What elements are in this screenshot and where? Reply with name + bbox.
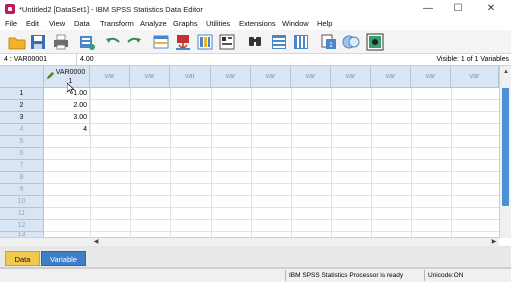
tab-variable-view[interactable]: Variable View	[41, 251, 86, 279]
menu-extensions[interactable]: Extensions	[239, 19, 276, 28]
row-header[interactable]: 2	[0, 100, 44, 112]
menu-edit[interactable]: Edit	[26, 19, 39, 28]
split-file-icon[interactable]: 1	[320, 33, 338, 51]
menu-file[interactable]: File	[5, 19, 17, 28]
variables-icon[interactable]	[196, 33, 214, 51]
grid-lines	[44, 88, 499, 238]
data-grid: VAR0000 1 var var var var var var var va…	[0, 66, 511, 246]
vertical-scrollbar[interactable]: ▲	[499, 66, 511, 238]
goto-case-icon[interactable]	[152, 33, 170, 51]
column-header-var[interactable]: var	[291, 66, 331, 88]
column-header-var[interactable]: var	[90, 66, 130, 88]
row-header[interactable]: 4	[0, 124, 44, 136]
menu-data[interactable]: Data	[74, 19, 90, 28]
spss-app-icon	[5, 4, 15, 14]
menu-help[interactable]: Help	[317, 19, 332, 28]
row-header[interactable]: 6	[0, 148, 44, 160]
menu-utilities[interactable]: Utilities	[206, 19, 230, 28]
column-header-var[interactable]: var	[371, 66, 411, 88]
insert-variable-icon[interactable]	[292, 33, 310, 51]
column-header-var[interactable]: var	[170, 66, 211, 88]
column-header-var[interactable]: var	[130, 66, 170, 88]
menu-transform[interactable]: Transform	[100, 19, 134, 28]
cell-value-input[interactable]: 4.00	[80, 56, 94, 63]
processor-status: IBM SPSS Statistics Processor is ready	[285, 270, 406, 281]
view-tabs: Data View Variable View	[0, 249, 511, 279]
svg-text:1: 1	[329, 42, 333, 49]
pencil-icon	[46, 71, 55, 80]
redo-icon[interactable]	[125, 33, 143, 51]
use-sets-icon[interactable]	[366, 33, 384, 51]
find-icon[interactable]	[246, 33, 264, 51]
column-header-var[interactable]: var	[211, 66, 251, 88]
minimize-button[interactable]: —	[413, 1, 443, 17]
menu-window[interactable]: Window	[282, 19, 309, 28]
goto-variable-icon[interactable]	[174, 33, 192, 51]
row-header[interactable]: 8	[0, 172, 44, 184]
row-header[interactable]: 10	[0, 196, 44, 208]
menu-view[interactable]: View	[49, 19, 65, 28]
cellbar-divider	[76, 54, 77, 66]
maximize-button[interactable]: ☐	[443, 1, 473, 17]
row-header[interactable]: 1	[0, 88, 44, 100]
cell-editor-bar: 4 : VAR00001 4.00 Visible: 1 of 1 Variab…	[0, 54, 511, 66]
close-button[interactable]: ✕	[476, 1, 506, 17]
column-header-var[interactable]: var	[411, 66, 451, 88]
title-bar: *Untitled2 [DataSet1] - IBM SPSS Statist…	[0, 0, 511, 18]
row-header[interactable]: 3	[0, 112, 44, 124]
menu-analyze[interactable]: Analyze	[140, 19, 167, 28]
recall-dialog-icon[interactable]	[78, 33, 96, 51]
unicode-status: Unicode:ON	[424, 270, 466, 281]
window-title: *Untitled2 [DataSet1] - IBM SPSS Statist…	[19, 5, 203, 14]
row-header[interactable]: 7	[0, 160, 44, 172]
row-header[interactable]: 11	[0, 208, 44, 220]
visible-variables-info: Visible: 1 of 1 Variables	[436, 56, 509, 63]
undo-icon[interactable]	[104, 33, 122, 51]
scroll-left-icon[interactable]: ◀	[92, 238, 100, 246]
insert-cases-icon[interactable]	[270, 33, 288, 51]
print-icon[interactable]	[52, 33, 70, 51]
scroll-up-icon[interactable]: ▲	[501, 67, 511, 77]
column-header-var[interactable]: var	[331, 66, 371, 88]
mouse-cursor-icon	[67, 83, 75, 94]
active-cell-reference: 4 : VAR00001	[4, 56, 48, 63]
horizontal-scrollbar[interactable]: ◀ ▶	[0, 237, 499, 246]
tab-data-view[interactable]: Data View	[5, 251, 40, 279]
row-header[interactable]: 5	[0, 136, 44, 148]
scroll-right-icon[interactable]: ▶	[490, 238, 498, 246]
column-header-var[interactable]: var	[251, 66, 291, 88]
run-descriptives-icon[interactable]	[218, 33, 236, 51]
toolbar: 1	[0, 30, 511, 54]
menu-bar: File Edit View Data Transform Analyze Gr…	[0, 18, 511, 30]
save-icon[interactable]	[29, 33, 47, 51]
column-header-var[interactable]: var	[451, 66, 499, 88]
vertical-scroll-thumb[interactable]	[502, 88, 509, 206]
menu-graphs[interactable]: Graphs	[173, 19, 198, 28]
value-labels-icon[interactable]	[342, 33, 360, 51]
row-header[interactable]: 9	[0, 184, 44, 196]
status-bar: IBM SPSS Statistics Processor is ready U…	[0, 268, 511, 282]
row-header[interactable]: 12	[0, 220, 44, 232]
grid-corner[interactable]	[0, 66, 44, 88]
open-folder-icon[interactable]	[8, 33, 26, 51]
